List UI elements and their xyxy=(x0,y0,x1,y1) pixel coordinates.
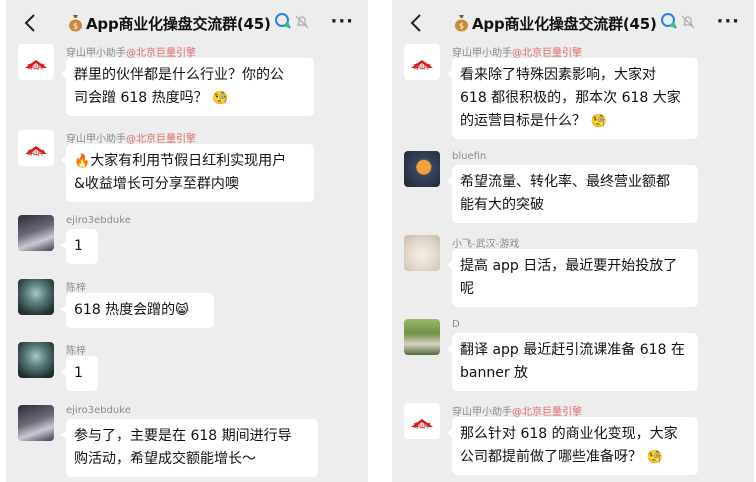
sender-name: 穿山甲小助手@北京巨量引擎 xyxy=(452,48,582,59)
message-line: 司会蹭 618 热度吗？ xyxy=(74,90,208,106)
message-text: 618 热度会蹭的 xyxy=(74,302,176,318)
chat-panel-right: $ App商业化操盘交流群(45) ··· 穿山甲 穿山甲小助手@北京巨量引擎 … xyxy=(392,0,754,482)
avatar[interactable] xyxy=(404,151,440,187)
fire-emoji-icon: 🔥 xyxy=(74,154,91,169)
mute-bell-icon[interactable] xyxy=(681,14,695,33)
sender-name: ejiro3ebduke xyxy=(66,215,131,226)
message-bubble[interactable]: 提高 app 日活，最近要开始投放了 呢 xyxy=(447,249,698,307)
money-bag-icon: $ xyxy=(68,14,83,32)
message-line: 参与了，主要是在 618 期间进行导 xyxy=(74,428,292,444)
logo-roof-icon xyxy=(25,139,47,154)
avatar[interactable]: 穿山甲 xyxy=(18,130,54,166)
message-bubble[interactable]: 1 xyxy=(61,229,98,264)
more-options-icon[interactable]: ··· xyxy=(716,11,740,32)
sender-name: 陈梓 xyxy=(66,346,86,357)
avatar[interactable]: 穿山甲 xyxy=(404,44,440,80)
sender-name: 穿山甲小助手@北京巨量引擎 xyxy=(66,134,196,145)
message-bubble[interactable]: 参与了，主要是在 618 期间进行导 购活动，希望成交额能增长～ xyxy=(61,419,318,477)
message-bubble[interactable]: 群里的伙伴都是什么行业？你的公 司会蹭 618 热度吗？ 🧐 xyxy=(61,58,314,116)
chat-bubble-icon[interactable] xyxy=(660,13,678,33)
chat-title-group[interactable]: $ App商业化操盘交流群(45) xyxy=(68,11,309,35)
message-line: 翻译 app 最近赶引流课准备 618 在 xyxy=(460,342,685,358)
sender-name: 小飞-武汉-游戏 xyxy=(452,239,520,250)
chat-panel-left: $ App商业化操盘交流群(45) ··· 穿山甲 穿山甲小助手@北京巨量引擎 … xyxy=(6,0,368,482)
chat-title: App商业化操盘交流群(45) xyxy=(86,14,271,33)
message-text: 1 xyxy=(74,238,83,254)
message-line: 公司都提前做了哪些准备呀？ xyxy=(460,449,642,465)
avatar[interactable] xyxy=(404,235,440,271)
message-line: 呢 xyxy=(460,281,474,297)
svg-text:$: $ xyxy=(459,22,464,31)
chat-header: $ App商业化操盘交流群(45) ··· xyxy=(6,0,368,44)
message-line: 618 都很积极的，那本次 618 大家 xyxy=(460,90,681,106)
monocle-emoji-icon: 🧐 xyxy=(212,91,229,106)
message-bubble[interactable]: 618 热度会蹭的😸 xyxy=(61,293,214,328)
message-bubble[interactable]: 那么针对 618 的商业化变现，大家 公司都提前做了哪些准备呀？ 🧐 xyxy=(447,417,698,475)
mute-bell-icon[interactable] xyxy=(295,14,309,33)
message-line: 提高 app 日活，最近要开始投放了 xyxy=(460,258,678,274)
avatar[interactable] xyxy=(404,319,440,355)
logo-roof-icon xyxy=(411,412,433,427)
message-line: 群里的伙伴都是什么行业？你的公 xyxy=(74,67,284,83)
avatar[interactable] xyxy=(18,215,54,251)
avatar[interactable]: 穿山甲 xyxy=(404,403,440,439)
sender-name: bluefin xyxy=(452,151,487,162)
message-line: 那么针对 618 的商业化变现，大家 xyxy=(460,426,678,442)
svg-text:$: $ xyxy=(73,22,78,31)
sender-name: D xyxy=(452,319,460,330)
message-line: 能有大的突破 xyxy=(460,197,544,213)
chat-title-group[interactable]: $ App商业化操盘交流群(45) xyxy=(454,11,695,35)
message-line: 的运营目标是什么？ xyxy=(460,113,586,129)
more-options-icon[interactable]: ··· xyxy=(330,11,354,32)
cat-emoji-icon: 😸 xyxy=(175,303,189,318)
avatar[interactable] xyxy=(18,405,54,441)
sender-name: 穿山甲小助手@北京巨量引擎 xyxy=(452,407,582,418)
message-line: 购活动，希望成交额能增长～ xyxy=(74,451,256,467)
chat-bubble-icon[interactable] xyxy=(274,13,292,33)
message-bubble[interactable]: 希望流量、转化率、最终营业额都 能有大的突破 xyxy=(447,165,698,223)
money-bag-icon: $ xyxy=(454,14,469,32)
logo-roof-icon xyxy=(25,53,47,68)
message-line: &收益增长可分享至群内噢 xyxy=(74,176,239,192)
message-line: 看来除了特殊因素影响，大家对 xyxy=(460,67,656,83)
chat-title: App商业化操盘交流群(45) xyxy=(472,14,657,33)
message-bubble[interactable]: 1 xyxy=(61,356,98,391)
back-arrow-icon[interactable] xyxy=(406,12,426,34)
logo-roof-icon xyxy=(411,53,433,68)
avatar[interactable]: 穿山甲 xyxy=(18,44,54,80)
message-line: 大家有利用节假日红利实现用户 xyxy=(90,153,287,169)
chat-header: $ App商业化操盘交流群(45) ··· xyxy=(392,0,754,44)
sender-name: 穿山甲小助手@北京巨量引擎 xyxy=(66,48,196,59)
sender-name: ejiro3ebduke xyxy=(66,405,131,416)
monocle-emoji-icon: 🧐 xyxy=(646,450,663,465)
back-arrow-icon[interactable] xyxy=(20,12,40,34)
message-bubble[interactable]: 看来除了特殊因素影响，大家对 618 都很积极的，那本次 618 大家 的运营目… xyxy=(447,58,698,139)
message-bubble[interactable]: 🔥大家有利用节假日红利实现用户 &收益增长可分享至群内噢 xyxy=(61,144,314,202)
monocle-emoji-icon: 🧐 xyxy=(590,114,607,129)
avatar[interactable] xyxy=(18,342,54,378)
avatar[interactable] xyxy=(18,279,54,315)
sender-name: 陈梓 xyxy=(66,283,86,294)
message-bubble[interactable]: 翻译 app 最近赶引流课准备 618 在 banner 放 xyxy=(447,333,698,391)
message-line: banner 放 xyxy=(460,365,529,381)
message-line: 希望流量、转化率、最终营业额都 xyxy=(460,174,670,190)
message-text: 1 xyxy=(74,365,83,381)
